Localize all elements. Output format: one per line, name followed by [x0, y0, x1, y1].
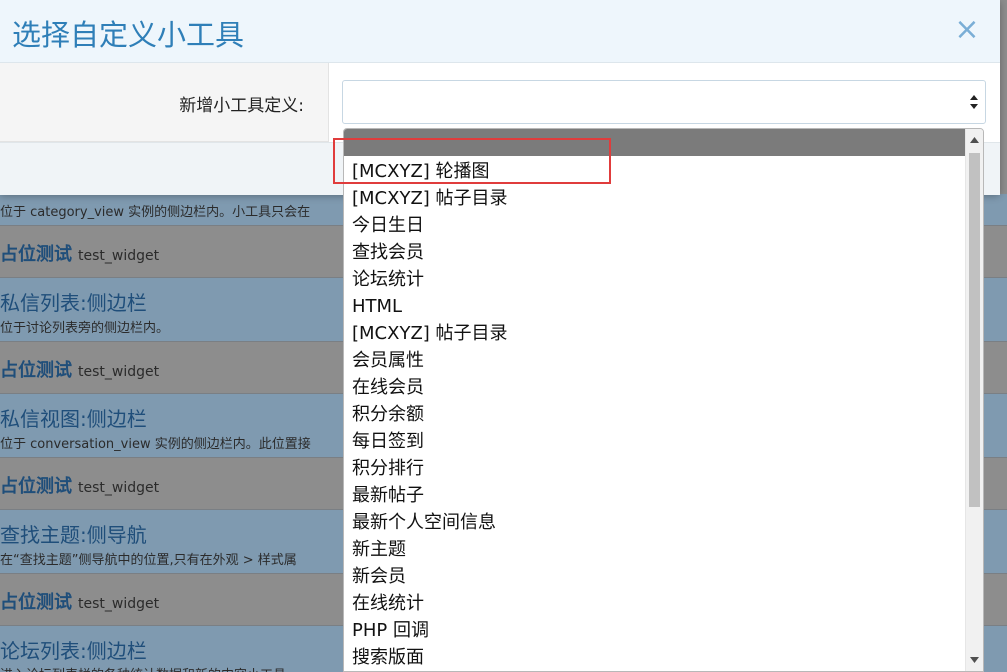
- option-html[interactable]: HTML: [344, 293, 966, 320]
- bg-row-desc: 位于讨论列表旁的侧边栏内。: [0, 321, 170, 336]
- option-credit-ranking[interactable]: 积分排行: [344, 455, 966, 482]
- bg-row-test-title: 占位测试 test_widget: [0, 476, 160, 497]
- option-daily-checkin[interactable]: 每日签到: [344, 428, 966, 455]
- scroll-down-arrow-icon[interactable]: [966, 649, 983, 669]
- dropdown-scrollbar[interactable]: [965, 129, 983, 671]
- option-credit-balance[interactable]: 积分余额: [344, 401, 966, 428]
- scrollbar-thumb[interactable]: [969, 153, 980, 507]
- option-empty[interactable]: [344, 129, 966, 156]
- bg-row-title: 私信列表:侧边栏: [0, 291, 147, 315]
- option-new-threads[interactable]: 新主题: [344, 536, 966, 563]
- option-thread-toc-2[interactable]: [MCXYZ] 帖子目录: [344, 320, 966, 347]
- widget-options-list[interactable]: [MCXYZ] 轮播图 [MCXYZ] 帖子目录 今日生日 查找会员 论坛统计 …: [343, 128, 984, 672]
- bg-row-title: 论坛列表:侧边栏: [0, 639, 147, 663]
- option-php-callback[interactable]: PHP 回调: [344, 617, 966, 644]
- bg-row-test-title: 占位测试 test_widget: [0, 360, 160, 381]
- option-forum-stats[interactable]: 论坛统计: [344, 266, 966, 293]
- option-new-members[interactable]: 新会员: [344, 563, 966, 590]
- bg-row-test-id: test_widget: [78, 248, 160, 264]
- bg-row-desc: 位于 conversation_view 实例的侧边栏内。此位置接: [0, 437, 311, 452]
- close-icon[interactable]: ×: [952, 12, 982, 48]
- bg-row-test-id: test_widget: [78, 480, 160, 496]
- bg-row-desc: 在“查找主题”侧导航中的位置,只有在外观 > 样式属: [0, 553, 297, 568]
- bg-row-test-id: test_widget: [78, 596, 160, 612]
- dialog-header: 选择自定义小工具 ×: [0, 0, 1000, 63]
- bg-row-desc: 进入论坛列表栏的各种统计数据和新的内容小工具: [0, 664, 286, 672]
- option-online-stats[interactable]: 在线统计: [344, 590, 966, 617]
- bg-row-desc: 位于 category_view 实例的侧边栏内。小工具只会在: [0, 205, 311, 220]
- scroll-up-arrow-icon[interactable]: [966, 131, 983, 151]
- field-label-cell: 新增小工具定义:: [0, 63, 329, 142]
- option-new-posts[interactable]: 最新帖子: [344, 482, 966, 509]
- field-label: 新增小工具定义:: [179, 96, 304, 116]
- widget-definition-select[interactable]: [342, 80, 986, 124]
- select-arrows-icon: [970, 95, 978, 109]
- bg-row-test-title: 占位测试 test_widget: [0, 592, 160, 613]
- option-new-profile-posts[interactable]: 最新个人空间信息: [344, 509, 966, 536]
- option-birthdays[interactable]: 今日生日: [344, 212, 966, 239]
- option-online-members[interactable]: 在线会员: [344, 374, 966, 401]
- option-find-member[interactable]: 查找会员: [344, 239, 966, 266]
- option-member-fields[interactable]: 会员属性: [344, 347, 966, 374]
- option-thread-toc[interactable]: [MCXYZ] 帖子目录: [344, 185, 966, 212]
- bg-row-test-title: 占位测试 test_widget: [0, 244, 160, 265]
- bg-row-test-id: test_widget: [78, 364, 160, 380]
- bg-row-title: 私信视图:侧边栏: [0, 407, 147, 431]
- option-search-forums[interactable]: 搜索版面: [344, 644, 966, 671]
- bg-row-title: 查找主题:侧导航: [0, 523, 147, 547]
- option-carousel[interactable]: [MCXYZ] 轮播图: [344, 158, 966, 185]
- dialog-title: 选择自定义小工具: [12, 18, 245, 52]
